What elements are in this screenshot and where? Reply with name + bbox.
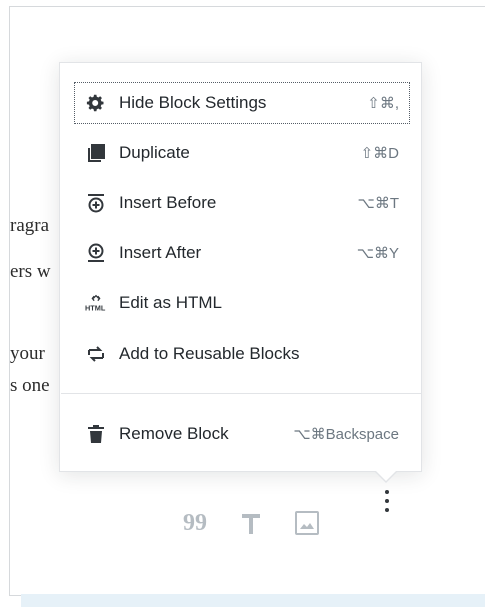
menu-item-label: Remove Block [119,424,229,443]
menu-item-shortcut: ⌥⌘Backspace [293,426,399,443]
menu-item-label: Duplicate [119,143,190,162]
menu-item-hide-block-settings[interactable]: Hide Block Settings ⇧⌘, [74,82,410,124]
menu-separator [61,393,422,394]
image-icon[interactable] [295,511,319,540]
trash-icon [85,423,107,445]
menu-item-label: Insert After [119,243,202,262]
menu-pointer-fill [375,470,397,481]
menu-item-insert-before[interactable]: Insert Before ⌥⌘T [75,183,409,223]
menu-item-edit-as-html[interactable]: HTML Edit as HTML [75,283,409,323]
menu-item-label: Add to Reusable Blocks [119,344,300,363]
menu-item-label: Hide Block Settings [119,93,267,112]
svg-text:HTML: HTML [85,303,106,312]
gear-icon [85,92,107,114]
menu-item-shortcut: ⌥⌘Y [356,245,399,262]
html-icon: HTML [85,292,107,314]
menu-item-shortcut: ⌥⌘T [357,195,399,212]
duplicate-icon [85,142,107,164]
next-block-highlight [21,594,485,607]
menu-item-label: Insert Before [119,193,217,212]
menu-item-remove-block[interactable]: Remove Block ⌥⌘Backspace [75,414,409,454]
menu-item-shortcut: ⇧⌘, [367,95,399,112]
heading-icon[interactable] [241,512,261,539]
insert-before-icon [85,192,107,214]
menu-item-insert-after[interactable]: Insert After ⌥⌘Y [75,233,409,273]
more-options-icon[interactable] [382,490,392,518]
menu-item-add-to-reusable-blocks[interactable]: Add to Reusable Blocks [75,334,409,374]
menu-item-label: Edit as HTML [119,293,222,312]
block-settings-menu: Hide Block Settings ⇧⌘, Duplicate ⇧⌘D In… [59,62,422,472]
svg-text:99: 99 [183,514,207,532]
menu-item-shortcut: ⇧⌘D [360,145,399,162]
quote-icon[interactable]: 99 [183,510,209,537]
insert-after-icon [85,242,107,264]
reusable-block-icon [85,343,107,365]
menu-item-duplicate[interactable]: Duplicate ⇧⌘D [75,133,409,173]
